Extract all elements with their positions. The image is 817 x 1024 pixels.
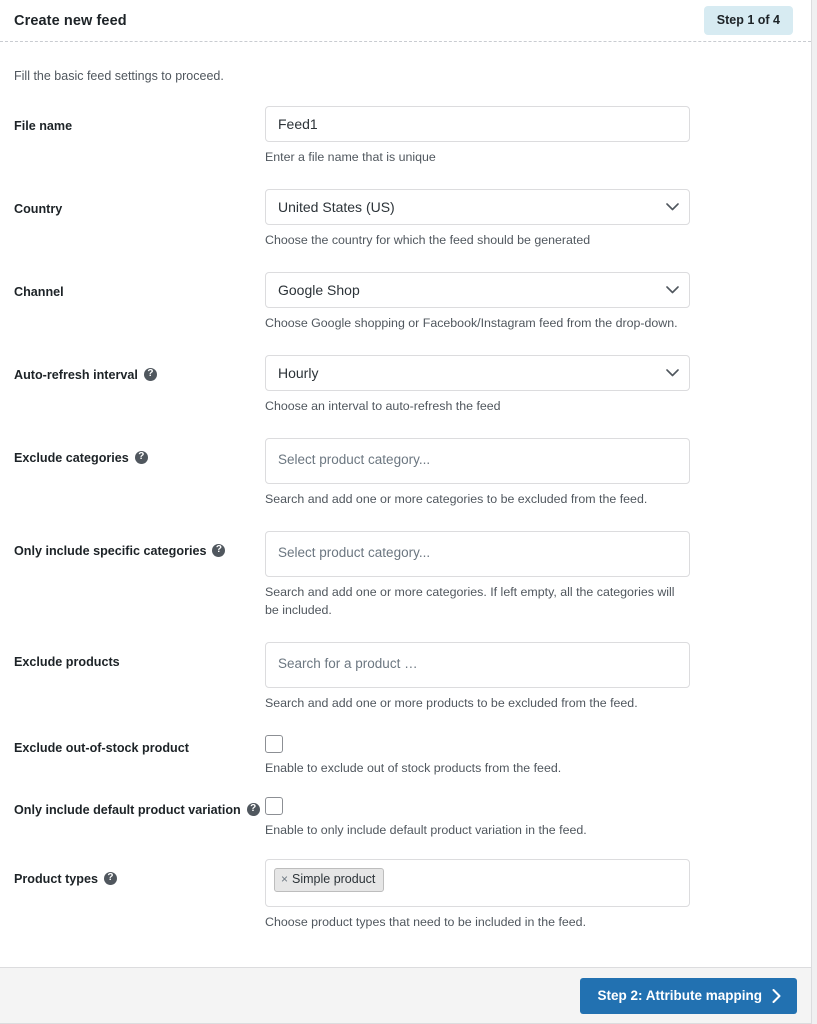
control-auto-refresh-interval: Hourly Choose an interval to auto-refres… <box>265 354 797 418</box>
control-country: United States (US) Choose the country fo… <box>265 188 797 252</box>
helper-channel: Choose Google shopping or Facebook/Insta… <box>265 315 678 330</box>
chevron-right-icon <box>772 988 781 1003</box>
helper-exclude-out-of-stock: Enable to exclude out of stock products … <box>265 760 562 775</box>
label-include-specific-categories: Only include specific categories ? <box>14 531 265 560</box>
helper-exclude-products: Search and add one or more products to b… <box>265 695 638 710</box>
country-select-wrap: United States (US) <box>265 188 690 225</box>
helper-exclude-categories: Search and add one or more categories to… <box>265 491 648 506</box>
label-exclude-categories: Exclude categories ? <box>14 438 265 467</box>
form-row-include-specific-categories: Only include specific categories ? Selec… <box>14 530 797 642</box>
label-text: Product types <box>14 871 98 886</box>
label-text: File name <box>14 119 73 133</box>
helper-include-specific-categories: Search and add one or more categories. I… <box>265 584 675 617</box>
form-row-exclude-out-of-stock: Exclude out-of-stock product Enable to e… <box>14 734 797 797</box>
control-exclude-categories: Select product category... Search and ad… <box>265 437 797 511</box>
control-channel: Google Shop Choose Google shopping or Fa… <box>265 271 797 335</box>
label-default-variation: Only include default product variation ? <box>14 797 265 819</box>
channel-select[interactable]: Google Shop <box>265 271 690 308</box>
page-title: Create new feed <box>14 12 127 29</box>
control-exclude-out-of-stock: Enable to exclude out of stock products … <box>265 734 797 780</box>
control-file-name: Enter a file name that is unique <box>265 106 797 169</box>
step-badge: Step 1 of 4 <box>703 6 793 35</box>
exclude-out-of-stock-checkbox[interactable] <box>265 734 283 753</box>
create-feed-wizard-card: Create new feed Step 1 of 4 Fill the bas… <box>0 0 812 1024</box>
label-channel: Channel <box>14 272 265 301</box>
control-default-variation: Enable to only include default product v… <box>265 796 797 842</box>
intro-text: Fill the basic feed settings to proceed. <box>14 69 224 83</box>
helper-country: Choose the country for which the feed sh… <box>265 232 591 247</box>
form-row-auto-refresh-interval: Auto-refresh interval ? Hourly Choose an… <box>14 354 797 438</box>
label-auto-refresh-interval: Auto-refresh interval ? <box>14 355 265 384</box>
form-row-exclude-categories: Exclude categories ? Select product cate… <box>14 437 797 531</box>
control-exclude-products: Search for a product … Search and add on… <box>265 641 797 715</box>
label-text: Only include default product variation <box>14 802 241 817</box>
auto-refresh-select-wrap: Hourly <box>265 354 690 391</box>
channel-select-wrap: Google Shop <box>265 271 690 308</box>
form-row-country: Country United States (US) Choose the co… <box>14 188 797 272</box>
label-exclude-out-of-stock: Exclude out-of-stock product <box>14 735 265 757</box>
help-icon[interactable]: ? <box>103 871 117 885</box>
default-product-variation-checkbox[interactable] <box>265 796 283 815</box>
label-text: Exclude products <box>14 654 120 669</box>
country-select[interactable]: United States (US) <box>265 188 690 225</box>
label-text: Exclude out-of-stock product <box>14 740 189 755</box>
auto-refresh-interval-select[interactable]: Hourly <box>265 354 690 391</box>
form-row-file-name: File name Enter a file name that is uniq… <box>14 106 797 189</box>
help-icon[interactable]: ? <box>143 367 157 381</box>
helper-product-types: Choose product types that need to be inc… <box>265 914 587 929</box>
chip-remove-icon[interactable]: × <box>281 872 288 886</box>
card-header: Create new feed Step 1 of 4 <box>0 0 811 42</box>
label-exclude-products: Exclude products <box>14 642 265 671</box>
help-icon[interactable]: ? <box>246 802 260 816</box>
file-name-input[interactable] <box>265 106 690 142</box>
product-types-input[interactable]: × Simple product <box>265 858 690 907</box>
exclude-categories-input[interactable]: Select product category... <box>265 437 690 484</box>
include-specific-categories-input[interactable]: Select product category... <box>265 530 690 577</box>
form-row-default-variation: Only include default product variation ?… <box>14 796 797 859</box>
feed-settings-form: File name Enter a file name that is uniq… <box>14 106 797 934</box>
label-text: Channel <box>14 284 64 299</box>
exclude-products-input[interactable]: Search for a product … <box>265 641 690 688</box>
label-product-types: Product types ? <box>14 859 265 888</box>
chip-label: Simple product <box>292 871 376 886</box>
label-text: Exclude categories <box>14 450 129 465</box>
card-footer: Step 2: Attribute mapping <box>0 967 811 1023</box>
form-row-exclude-products: Exclude products Search for a product … … <box>14 641 797 735</box>
helper-file-name: Enter a file name that is unique <box>265 150 436 164</box>
label-text: Auto-refresh interval <box>14 367 138 382</box>
label-file-name: File name <box>14 106 265 135</box>
control-include-specific-categories: Select product category... Search and ad… <box>265 530 797 622</box>
chip-product-type[interactable]: × Simple product <box>274 867 385 892</box>
label-text: Only include specific categories <box>14 543 207 558</box>
form-row-product-types: Product types ? × Simple product Choose … <box>14 858 797 934</box>
label-text: Country <box>14 201 63 216</box>
label-country: Country <box>14 189 265 218</box>
helper-default-variation: Enable to only include default product v… <box>265 822 587 837</box>
card-body: Fill the basic feed settings to proceed.… <box>0 42 811 967</box>
help-icon[interactable]: ? <box>212 543 226 557</box>
helper-auto-refresh-interval: Choose an interval to auto-refresh the f… <box>265 398 501 413</box>
help-icon[interactable]: ? <box>134 450 148 464</box>
next-step-button[interactable]: Step 2: Attribute mapping <box>579 977 797 1014</box>
form-row-channel: Channel Google Shop Choose Google shoppi… <box>14 271 797 355</box>
next-step-label: Step 2: Attribute mapping <box>597 987 763 1003</box>
control-product-types: × Simple product Choose product types th… <box>265 858 797 934</box>
